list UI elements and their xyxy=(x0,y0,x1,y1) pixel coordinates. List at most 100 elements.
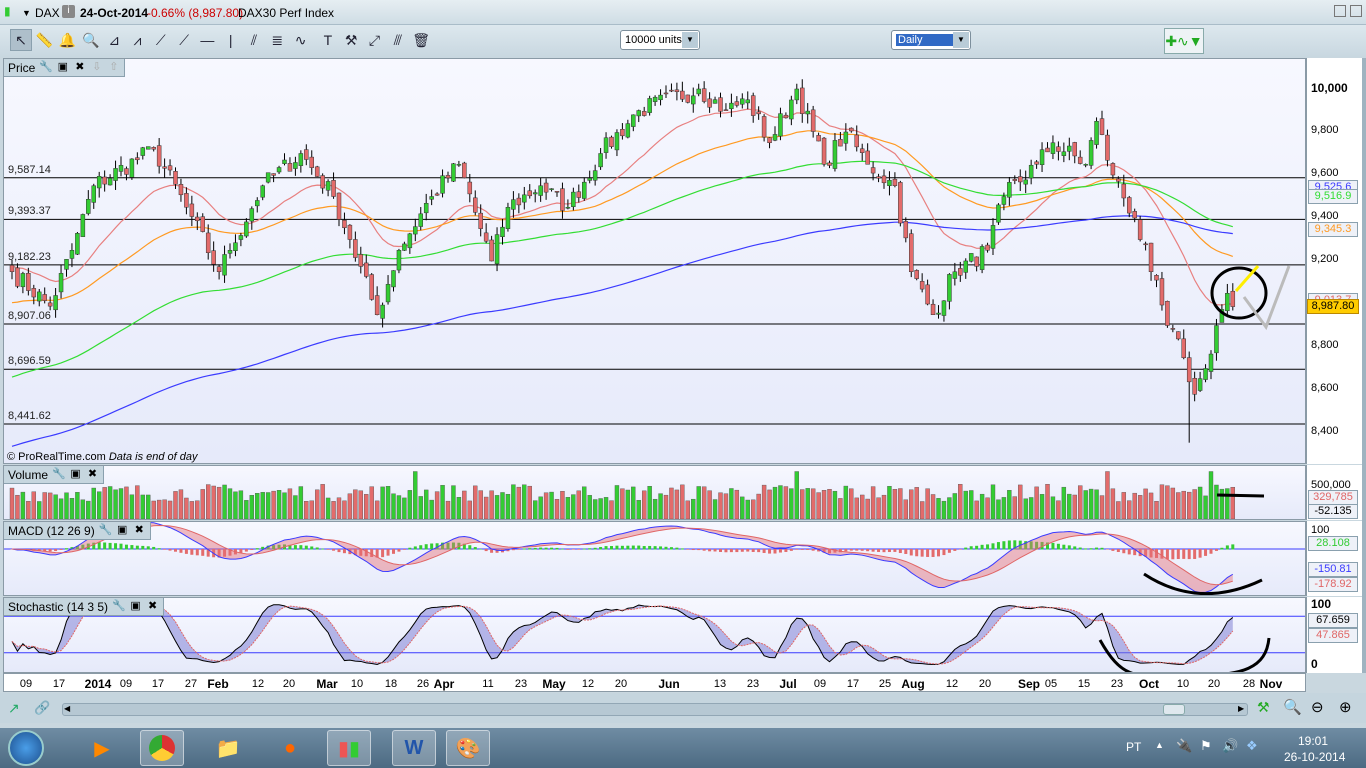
clock-time[interactable]: 19:01 xyxy=(1298,734,1328,748)
fibonacci-tool-icon[interactable]: ≣ xyxy=(266,29,288,51)
candle-body xyxy=(80,214,86,237)
volume-chart[interactable] xyxy=(4,466,1306,520)
window-control-icon[interactable] xyxy=(1350,5,1362,17)
close-icon[interactable]: ✖ xyxy=(146,600,159,613)
zoom-in-icon[interactable]: ⊕ xyxy=(1339,698,1352,716)
start-button[interactable] xyxy=(8,730,44,766)
time-axis[interactable]: 09 17 2014 09 17 27 Feb 12 20 Mar 10 18 26 Apr 11 23 May… xyxy=(3,673,1306,692)
horizontal-scrollbar[interactable]: ◀ ▶ xyxy=(62,703,1248,716)
dropbox-icon[interactable]: ❖ xyxy=(1246,738,1258,754)
wrench-icon[interactable]: 🔧 xyxy=(39,61,53,74)
vertical-line-tool-icon[interactable]: | xyxy=(220,29,242,51)
price-axis[interactable]: 10,000 9,800 9,600 9,400 9,200 8,800 8,600 8,40… xyxy=(1306,58,1362,464)
arrow-segment-tool-icon[interactable]: ⤢ xyxy=(364,29,386,51)
volume-bar xyxy=(391,493,396,519)
candle-body xyxy=(794,88,800,101)
macd-histogram-bar xyxy=(1100,547,1104,550)
tools-tool-icon[interactable]: ⚒ xyxy=(340,29,362,51)
alert-bell-tool-icon[interactable]: 🔔 xyxy=(57,29,79,51)
volume-bar xyxy=(930,494,936,519)
power-icon[interactable]: 🔌 xyxy=(1176,738,1192,754)
move-up-icon[interactable]: ⇧ xyxy=(107,61,120,74)
candle-body xyxy=(75,233,80,255)
export-icon[interactable]: ↗ xyxy=(8,700,20,717)
trash-tool-icon[interactable]: 🗑 xyxy=(410,29,432,51)
volume-bar xyxy=(271,490,276,519)
close-icon[interactable]: ✖ xyxy=(73,61,86,74)
trend-channel-tool-icon[interactable]: ∿ xyxy=(290,29,312,51)
show-hidden-icon[interactable]: ▲ xyxy=(1155,740,1164,750)
time-axis-label: 26 xyxy=(416,678,430,690)
units-dropdown[interactable]: 10000 units ▼ xyxy=(620,30,700,50)
channel-tool-icon[interactable]: ⩘ xyxy=(127,29,149,51)
scrollbar-thumb[interactable] xyxy=(1163,704,1185,715)
stochastic-chart[interactable] xyxy=(4,598,1306,673)
volume-bar xyxy=(865,498,870,519)
period-dropdown[interactable]: Daily ▼ xyxy=(891,30,971,50)
flag-icon[interactable]: ⚑ xyxy=(1200,738,1212,754)
chart-settings-icon[interactable]: ⚒ xyxy=(1257,699,1270,716)
volume-bar xyxy=(729,488,734,519)
zoom-out-icon[interactable]: ⊖ xyxy=(1311,698,1324,716)
media-player-icon[interactable]: ▶ xyxy=(80,730,124,766)
scroll-right-icon[interactable]: ▶ xyxy=(1238,704,1244,713)
language-indicator[interactable]: PT xyxy=(1126,740,1141,754)
segment-tool-icon[interactable]: ⟋ xyxy=(150,29,172,51)
firefox-icon[interactable]: ● xyxy=(268,730,312,766)
auto-zoom-icon[interactable]: 🔍 xyxy=(1283,698,1302,716)
line-tool-icon[interactable]: ⟋ xyxy=(173,29,195,51)
horizontal-line-tool-icon[interactable]: — xyxy=(196,29,218,51)
wrench-icon[interactable]: 🔧 xyxy=(112,600,126,613)
move-down-icon[interactable]: ⇩ xyxy=(90,61,103,74)
volume-bar xyxy=(424,489,429,519)
chrome-icon[interactable] xyxy=(140,730,184,766)
volume-bar xyxy=(445,500,451,519)
dropdown-arrow-icon[interactable]: ▼ xyxy=(22,8,31,18)
pointer-tool-icon[interactable]: ↖ xyxy=(10,29,32,51)
chevron-down-icon[interactable]: ▼ xyxy=(953,32,969,48)
price-chart[interactable] xyxy=(4,59,1306,464)
volume-bar xyxy=(669,487,674,519)
explorer-icon[interactable]: 📁 xyxy=(206,730,250,766)
add-indicator-button[interactable]: ✚∿▼ xyxy=(1164,28,1204,54)
candle-body xyxy=(276,167,282,173)
zoom-tool-icon[interactable]: 🔍 xyxy=(80,29,102,51)
volume-bar xyxy=(162,499,167,519)
clock-date[interactable]: 26-10-2014 xyxy=(1284,750,1345,764)
window-control-icon[interactable] xyxy=(1334,5,1346,17)
volume-bar xyxy=(538,496,543,519)
link-candles-icon[interactable]: 🔗 xyxy=(34,700,50,716)
window-icon[interactable]: ▣ xyxy=(69,468,82,481)
window-icon[interactable]: ▣ xyxy=(56,61,69,74)
triangle-pattern-tool-icon[interactable]: ⊿ xyxy=(103,29,125,51)
scroll-left-icon[interactable]: ◀ xyxy=(64,704,70,713)
parallel-segment-tool-icon[interactable]: ⫻ xyxy=(387,29,409,51)
prorealtime-icon[interactable]: ▮ ▮ xyxy=(327,730,371,766)
volume-bar xyxy=(1028,497,1034,519)
candle-body xyxy=(707,98,712,108)
candlestick-icon[interactable]: ▮ xyxy=(4,4,11,18)
wrench-icon[interactable]: 🔧 xyxy=(52,468,66,481)
window-icon[interactable]: ▣ xyxy=(129,600,142,613)
volume-bar xyxy=(914,487,919,519)
macd-histogram-bar xyxy=(550,547,554,550)
info-icon[interactable]: i xyxy=(62,5,75,18)
volume-bar xyxy=(265,492,271,519)
volume-icon[interactable]: 🔊 xyxy=(1222,738,1238,754)
macd-histogram-bar xyxy=(402,549,406,550)
ruler-tool-icon[interactable]: 📏 xyxy=(33,29,55,51)
paint-icon[interactable]: 🎨 xyxy=(446,730,490,766)
close-icon[interactable]: ✖ xyxy=(86,468,99,481)
volume-bar xyxy=(325,497,331,519)
wrench-icon[interactable]: 🔧 xyxy=(99,524,113,537)
word-icon[interactable]: W xyxy=(392,730,436,766)
candle-body xyxy=(407,233,413,249)
window-icon[interactable]: ▣ xyxy=(116,524,129,537)
parallel-lines-tool-icon[interactable]: ⫽ xyxy=(243,29,265,51)
symbol[interactable]: DAX xyxy=(35,6,60,20)
macd-chart[interactable] xyxy=(4,522,1306,596)
close-icon[interactable]: ✖ xyxy=(133,524,146,537)
candle-body xyxy=(854,134,859,148)
text-tool-icon[interactable]: T xyxy=(317,29,339,51)
chevron-down-icon[interactable]: ▼ xyxy=(682,32,698,48)
